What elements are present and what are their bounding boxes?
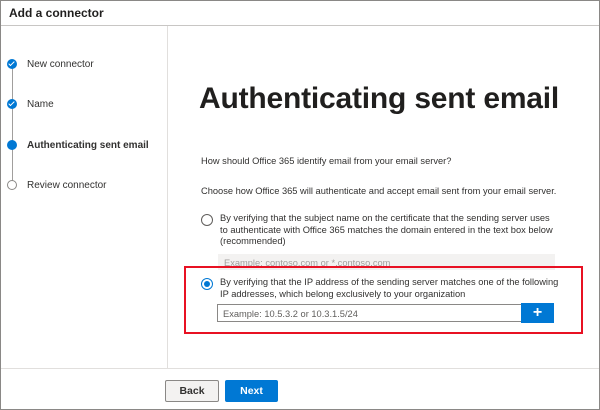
page-title: Authenticating sent email (199, 82, 560, 115)
step-done-check-icon (7, 99, 17, 109)
back-button[interactable]: Back (165, 380, 219, 402)
step-label: New connector (27, 58, 94, 70)
title-bar: Add a connector (1, 1, 599, 26)
step-new-connector[interactable]: New connector (7, 56, 94, 72)
steps-rail (12, 63, 13, 186)
step-pending-icon (7, 180, 17, 190)
dialog-footer: Back Next (1, 368, 599, 410)
step-label: Name (27, 98, 54, 110)
step-review-connector[interactable]: Review connector (7, 177, 106, 193)
step-current-icon (7, 140, 17, 150)
certificate-radio[interactable] (201, 214, 213, 226)
wizard-steps: New connector Name Authenticating sent e… (1, 26, 168, 368)
step-label: Authenticating sent email (27, 139, 149, 151)
question-text: How should Office 365 identify email fro… (201, 156, 452, 166)
next-button[interactable]: Next (225, 380, 278, 402)
highlight-box (184, 266, 583, 334)
step-name[interactable]: Name (7, 96, 54, 112)
step-label: Review connector (27, 179, 107, 191)
dialog-title: Add a connector (9, 6, 104, 20)
step-authenticating-sent-email[interactable]: Authenticating sent email (7, 137, 149, 153)
option-certificate-text: By verifying that the subject name on th… (220, 213, 553, 246)
step-done-check-icon (7, 59, 17, 69)
instruction-text: Choose how Office 365 will authenticate … (201, 186, 557, 196)
connector-dialog: Add a connector New connector Name Authe… (0, 0, 600, 410)
option-certificate[interactable]: By verifying that the subject name on th… (201, 213, 560, 248)
